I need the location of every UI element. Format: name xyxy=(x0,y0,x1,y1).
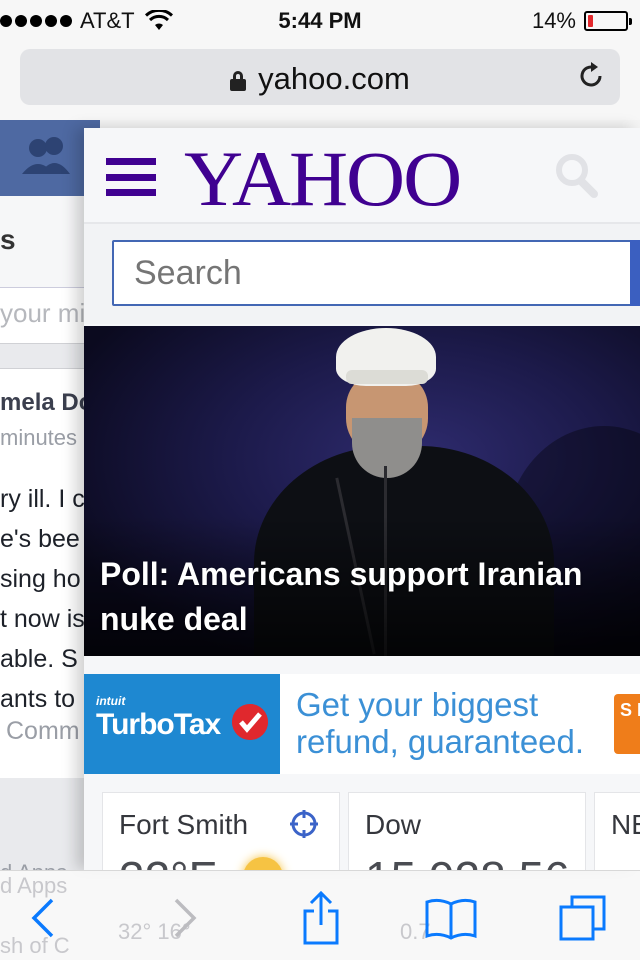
battery-percent: 14% xyxy=(531,8,576,33)
info-cards: Fort Smith 32°F Dow 15,928.56 NE xyxy=(84,792,640,870)
fb-post-author: mela Do xyxy=(0,389,94,416)
fb-post-line: e's bee xyxy=(0,525,80,553)
forward-icon xyxy=(174,898,197,938)
ad-logo-panel: intuit TurboTax xyxy=(84,674,280,774)
tabs-icon xyxy=(559,895,606,941)
checkmark-icon xyxy=(232,704,268,740)
stock-card-2[interactable]: NE xyxy=(594,792,640,870)
battery-level xyxy=(588,15,593,27)
lock-icon xyxy=(230,71,247,91)
fb-apps-label: d Apps xyxy=(0,860,67,870)
fb-post-line: able. S xyxy=(0,645,78,673)
bookmarks-button[interactable] xyxy=(424,891,478,945)
weather-card[interactable]: Fort Smith 32°F xyxy=(102,792,340,870)
stock-name-2: NE xyxy=(611,809,640,840)
ad-side-badge: S F xyxy=(614,694,640,754)
search-input[interactable] xyxy=(112,240,632,306)
share-icon xyxy=(303,891,339,945)
fb-compose-placeholder: your mi xyxy=(0,298,86,328)
yahoo-logo[interactable]: YAHOO xyxy=(184,134,462,224)
browser-toolbar: d Apps sh of C 32° 16° 0.7 xyxy=(0,870,640,960)
hero-image-turban-band xyxy=(346,370,428,384)
fb-comment-button: Comm xyxy=(6,717,80,745)
stock-card[interactable]: Dow 15,928.56 xyxy=(348,792,586,870)
address-bar[interactable]: yahoo.com xyxy=(20,49,620,105)
ad-intuit-label: intuit xyxy=(96,694,126,708)
fb-post-time: minutes xyxy=(0,425,78,450)
sun-icon xyxy=(243,857,283,870)
fb-post-line: ants to xyxy=(0,685,76,713)
share-button[interactable] xyxy=(294,891,348,945)
reload-icon[interactable] xyxy=(576,61,606,91)
hero-headline[interactable]: Poll: Americans support Iranian nuke dea… xyxy=(100,552,620,642)
url-domain: yahoo.com xyxy=(258,61,410,96)
fb-post-line: sing ho xyxy=(0,565,81,593)
ad-tagline: Get your biggest refund, guaranteed. xyxy=(296,686,585,760)
search-row xyxy=(84,224,640,324)
search-icon[interactable] xyxy=(554,150,600,200)
friends-icon xyxy=(22,137,70,174)
fb-post-line: ry ill. I c xyxy=(0,485,85,513)
yahoo-header: YAHOO xyxy=(84,128,640,224)
ad-brand: TurboTax xyxy=(96,708,221,741)
hero-story[interactable]: Poll: Americans support Iranian nuke dea… xyxy=(84,326,640,656)
address-bar-area: yahoo.com xyxy=(0,40,640,120)
search-button[interactable] xyxy=(630,240,640,306)
weather-location: Fort Smith xyxy=(119,809,249,840)
weather-temp: 32°F xyxy=(119,851,217,870)
fb-tab-label: s xyxy=(0,224,16,255)
status-bar: AT&T 5:44 PM 14% xyxy=(0,0,640,40)
bookmarks-icon xyxy=(425,898,477,940)
locate-icon[interactable] xyxy=(289,809,319,839)
back-icon xyxy=(31,898,54,938)
stock-value: 15,928.56 xyxy=(365,851,570,870)
forward-button[interactable] xyxy=(158,891,212,945)
fb-post-line: t now is xyxy=(0,605,85,633)
turbotax-ad[interactable]: intuit TurboTax Get your biggest refund,… xyxy=(84,674,640,774)
yahoo-page: YAHOO Poll: Americans support Iranian nu… xyxy=(84,128,640,870)
back-button[interactable] xyxy=(16,891,70,945)
stock-name: Dow xyxy=(365,809,422,840)
tabs-button[interactable] xyxy=(556,891,610,945)
battery-icon xyxy=(584,11,632,31)
menu-icon[interactable] xyxy=(106,158,156,196)
